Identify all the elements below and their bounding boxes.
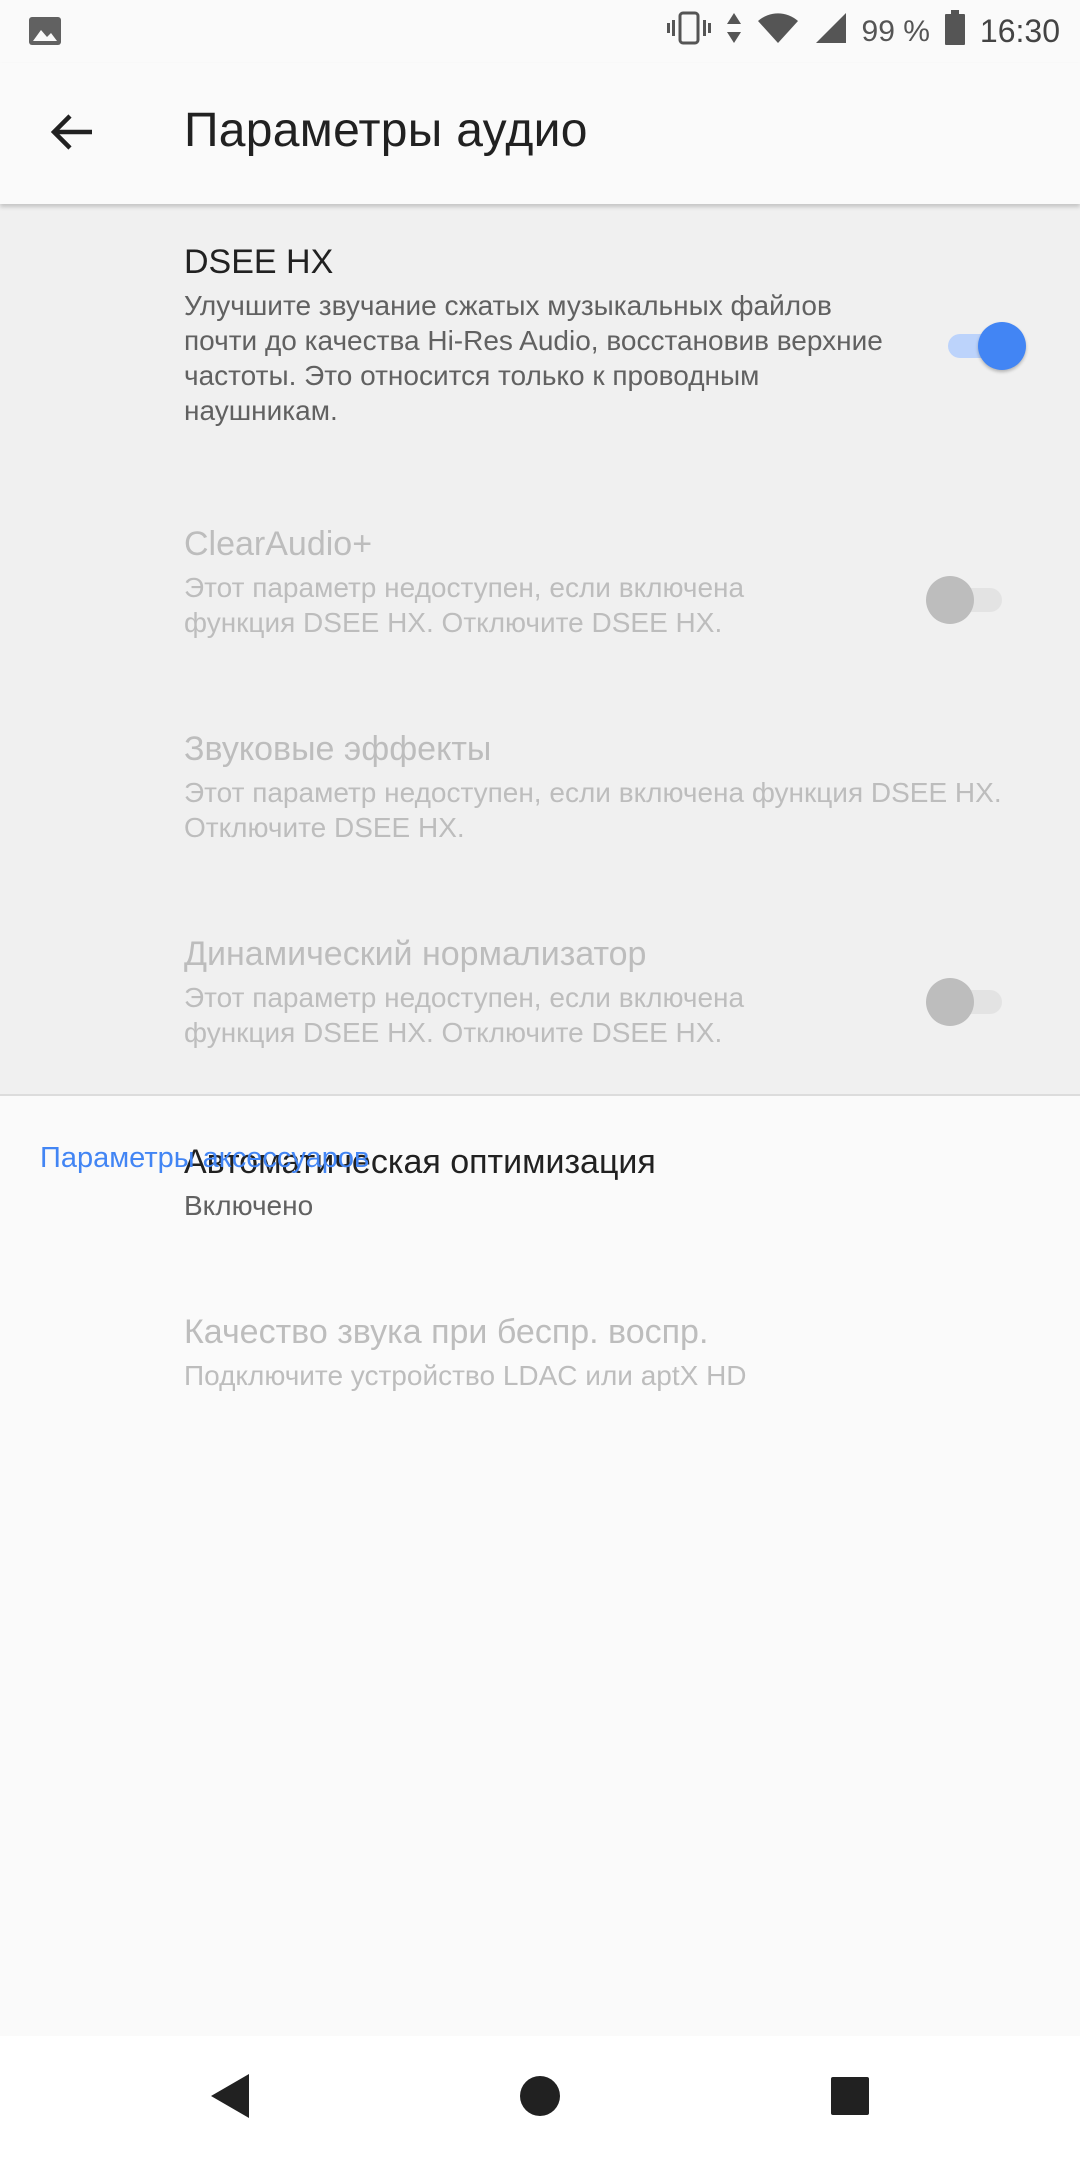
back-triangle-icon: [207, 2071, 253, 2126]
image-icon: [28, 14, 62, 48]
back-button[interactable]: [36, 98, 108, 170]
pref-sound-effects[interactable]: Звуковые эффекты Этот параметр недоступе…: [0, 727, 1080, 867]
pref-title: Звуковые эффекты: [184, 730, 492, 768]
navigation-bar: [0, 2036, 1080, 2160]
pref-title: DSEE HX: [184, 243, 334, 281]
wifi-icon: [756, 11, 800, 53]
nav-back-button[interactable]: [198, 2066, 262, 2130]
home-circle-icon: [518, 2074, 562, 2123]
recents-square-icon: [830, 2076, 870, 2121]
pref-summary: Подключите устройство LDAC или aptX HD: [184, 1360, 747, 1391]
pref-summary: Этот параметр недоступен, если включена …: [184, 982, 745, 1048]
audio-settings-group: DSEE HX Улучшите звучание сжатых музыкал…: [0, 204, 1080, 1094]
pref-title: Качество звука при беспр. воспр.: [184, 1313, 709, 1351]
pref-clearaudio[interactable]: ClearAudio+ Этот параметр недоступен, ес…: [0, 522, 1080, 662]
pref-summary: Этот параметр недоступен, если включена …: [184, 572, 745, 638]
status-bar: 99 % 16:30: [0, 0, 1080, 63]
pref-dynamic-normalizer[interactable]: Динамический нормализатор Этот параметр …: [0, 932, 1080, 1072]
nav-home-button[interactable]: [508, 2066, 572, 2130]
section-header-accessories: Параметры аксессуаров: [40, 1142, 370, 1174]
data-arrows-icon: [726, 11, 742, 53]
accessory-settings-group: Автоматическая оптимизация Включено Каче…: [0, 1096, 1080, 2036]
dsee-hx-switch[interactable]: [944, 318, 1026, 372]
settings-list: DSEE HX Улучшите звучание сжатых музыкал…: [0, 204, 1080, 2036]
pref-summary: Этот параметр недоступен, если включена …: [184, 777, 1002, 843]
signal-icon: [814, 11, 848, 53]
clock: 16:30: [979, 13, 1060, 49]
pref-wireless-quality[interactable]: Качество звука при беспр. воспр. Подключ…: [0, 1310, 1080, 1430]
pref-title: ClearAudio+: [184, 525, 373, 563]
page-title: Параметры аудио: [184, 104, 588, 157]
battery-icon: [944, 9, 966, 54]
pref-title: Динамический нормализатор: [184, 935, 647, 973]
pref-dsee-hx[interactable]: DSEE HX Улучшите звучание сжатых музыкал…: [0, 240, 1080, 440]
nav-recents-button[interactable]: [818, 2066, 882, 2130]
vibrate-icon: [666, 11, 712, 53]
dynamic-normalizer-switch[interactable]: [926, 974, 1006, 1028]
battery-percent: 99 %: [861, 14, 930, 48]
pref-summary: Включено: [184, 1190, 314, 1221]
app-bar: Параметры аудио: [0, 63, 1080, 204]
arrow-back-icon: [50, 112, 94, 157]
pref-summary: Улучшите звучание сжатых музыкальных фай…: [184, 290, 883, 426]
clearaudio-switch[interactable]: [926, 572, 1006, 626]
